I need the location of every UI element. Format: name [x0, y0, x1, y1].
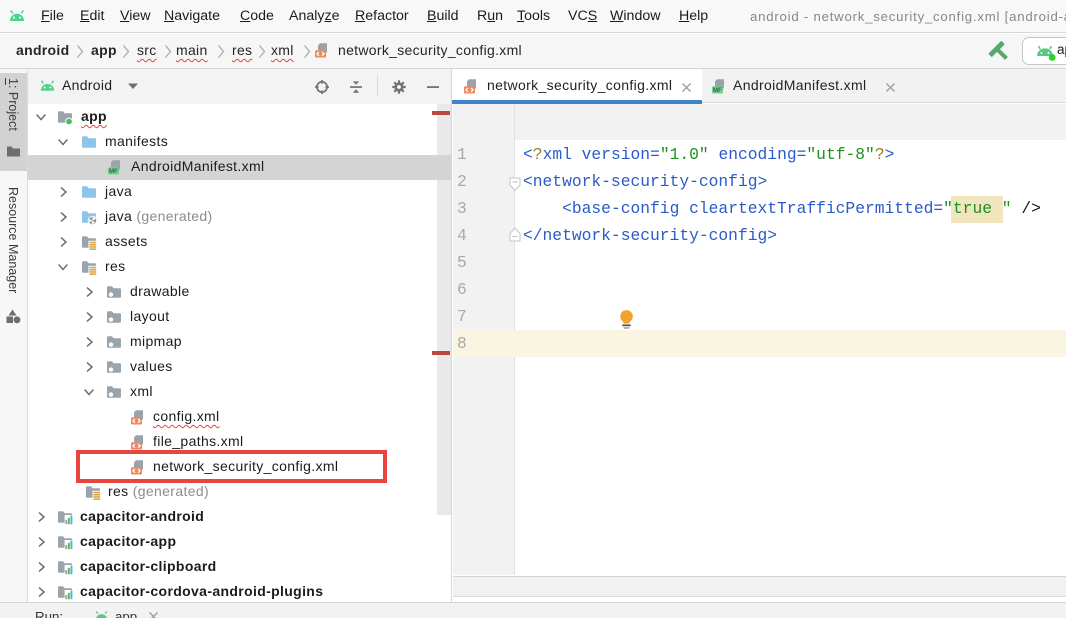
svg-text:MF: MF — [713, 87, 722, 94]
svg-text:MF: MF — [109, 168, 118, 175]
